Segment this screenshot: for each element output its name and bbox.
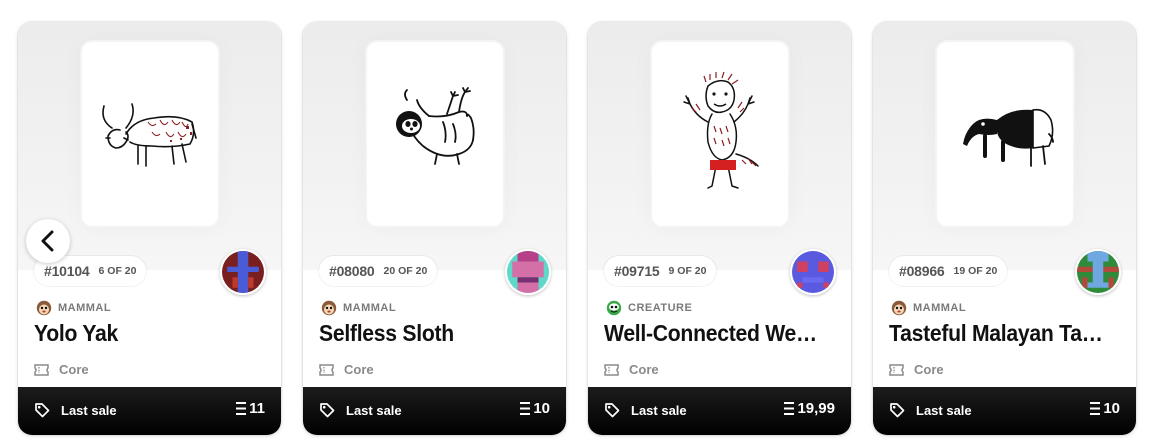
last-sale-price: 10 (1090, 400, 1120, 417)
card-media[interactable] (873, 22, 1136, 270)
serial-number: #09715 (614, 263, 660, 279)
category-label: MAMMAL (343, 302, 397, 314)
ticket-icon (889, 363, 904, 376)
carousel-prev-button[interactable] (26, 219, 70, 263)
price-value: 19,99 (797, 400, 835, 417)
tapir-artwork (963, 108, 1054, 167)
sloth-artwork (396, 87, 475, 165)
nft-name[interactable]: Yolo Yak (34, 320, 251, 347)
tier-label: Core (344, 362, 374, 377)
eth-icon (236, 402, 247, 415)
serial-badge: #08080 20 OF 20 (319, 256, 438, 286)
eth-icon (1090, 402, 1101, 415)
owner-avatar[interactable] (220, 249, 266, 295)
price-value: 10 (533, 400, 550, 417)
last-sale-price: 19,99 (784, 400, 835, 417)
artwork-frame (937, 42, 1073, 226)
serial-number: #10104 (44, 263, 90, 279)
owner-avatar[interactable] (1075, 249, 1121, 295)
category-row: MAMMAL (321, 300, 396, 316)
nft-name[interactable]: Tasteful Malayan Tapir (889, 320, 1106, 347)
nft-card[interactable]: #08966 19 OF 20 MAMMAL Tasteful Malayan … (873, 22, 1136, 435)
edition-count: 20 OF 20 (383, 265, 428, 277)
category-label: MAMMAL (913, 302, 967, 314)
yak-artwork (102, 103, 197, 167)
edition-count: 6 OF 20 (98, 265, 137, 277)
edition-count: 9 OF 20 (668, 265, 707, 277)
serial-number: #08080 (329, 263, 375, 279)
mammal-icon (321, 300, 337, 316)
tier-label: Core (914, 362, 944, 377)
edition-count: 19 OF 20 (953, 265, 998, 277)
artwork-frame (652, 42, 788, 226)
artwork-frame (367, 42, 503, 226)
tier-label: Core (59, 362, 89, 377)
last-sale-price: 10 (520, 400, 550, 417)
artwork-frame (82, 42, 218, 226)
serial-badge: #08966 19 OF 20 (889, 256, 1008, 286)
mammal-icon (36, 300, 52, 316)
last-sale-bar: Last sale 19,99 (588, 387, 851, 435)
last-sale-bar: Last sale 10 (873, 387, 1136, 435)
category-row: MAMMAL (36, 300, 111, 316)
tier-row: Core (889, 362, 944, 377)
nft-card[interactable]: #09715 9 OF 20 CREATURE Well-Connected W… (588, 22, 851, 435)
owner-avatar[interactable] (505, 249, 551, 295)
ticket-icon (319, 363, 334, 376)
mammal-icon (891, 300, 907, 316)
category-row: CREATURE (606, 300, 692, 316)
pixel-avatar-icon (1077, 251, 1119, 293)
tag-icon (320, 403, 335, 418)
tag-icon (890, 403, 905, 418)
last-sale-price: 11 (236, 400, 265, 417)
category-label: CREATURE (628, 302, 693, 314)
tier-row: Core (34, 362, 89, 377)
nft-card[interactable]: #08080 20 OF 20 MAMMAL Selfless Sloth Co… (303, 22, 566, 435)
price-value: 11 (249, 400, 265, 417)
serial-number: #08966 (899, 263, 945, 279)
eth-icon (784, 402, 795, 415)
tier-label: Core (629, 362, 659, 377)
pixel-avatar-icon (222, 251, 264, 293)
price-value: 10 (1103, 400, 1120, 417)
tag-icon (35, 403, 50, 418)
serial-badge: #09715 9 OF 20 (604, 256, 717, 286)
creature-icon (606, 300, 622, 316)
werewolf-artwork (683, 71, 759, 189)
ticket-icon (604, 363, 619, 376)
owner-avatar[interactable] (790, 249, 836, 295)
eth-icon (520, 402, 531, 415)
tag-icon (605, 403, 620, 418)
card-media[interactable] (303, 22, 566, 270)
nft-name[interactable]: Selfless Sloth (319, 320, 536, 347)
last-sale-label: Last sale (631, 403, 687, 418)
category-label: MAMMAL (58, 302, 112, 314)
chevron-left-icon (41, 230, 54, 252)
tier-row: Core (319, 362, 374, 377)
card-media[interactable] (588, 22, 851, 270)
last-sale-bar: Last sale 11 (18, 387, 281, 435)
nft-name[interactable]: Well-Connected Were... (604, 320, 821, 347)
ticket-icon (34, 363, 49, 376)
category-row: MAMMAL (891, 300, 966, 316)
last-sale-label: Last sale (61, 403, 117, 418)
last-sale-bar: Last sale 10 (303, 387, 566, 435)
last-sale-label: Last sale (916, 403, 972, 418)
last-sale-label: Last sale (346, 403, 402, 418)
tier-row: Core (604, 362, 659, 377)
pixel-avatar-icon (507, 251, 549, 293)
pixel-avatar-icon (792, 251, 834, 293)
